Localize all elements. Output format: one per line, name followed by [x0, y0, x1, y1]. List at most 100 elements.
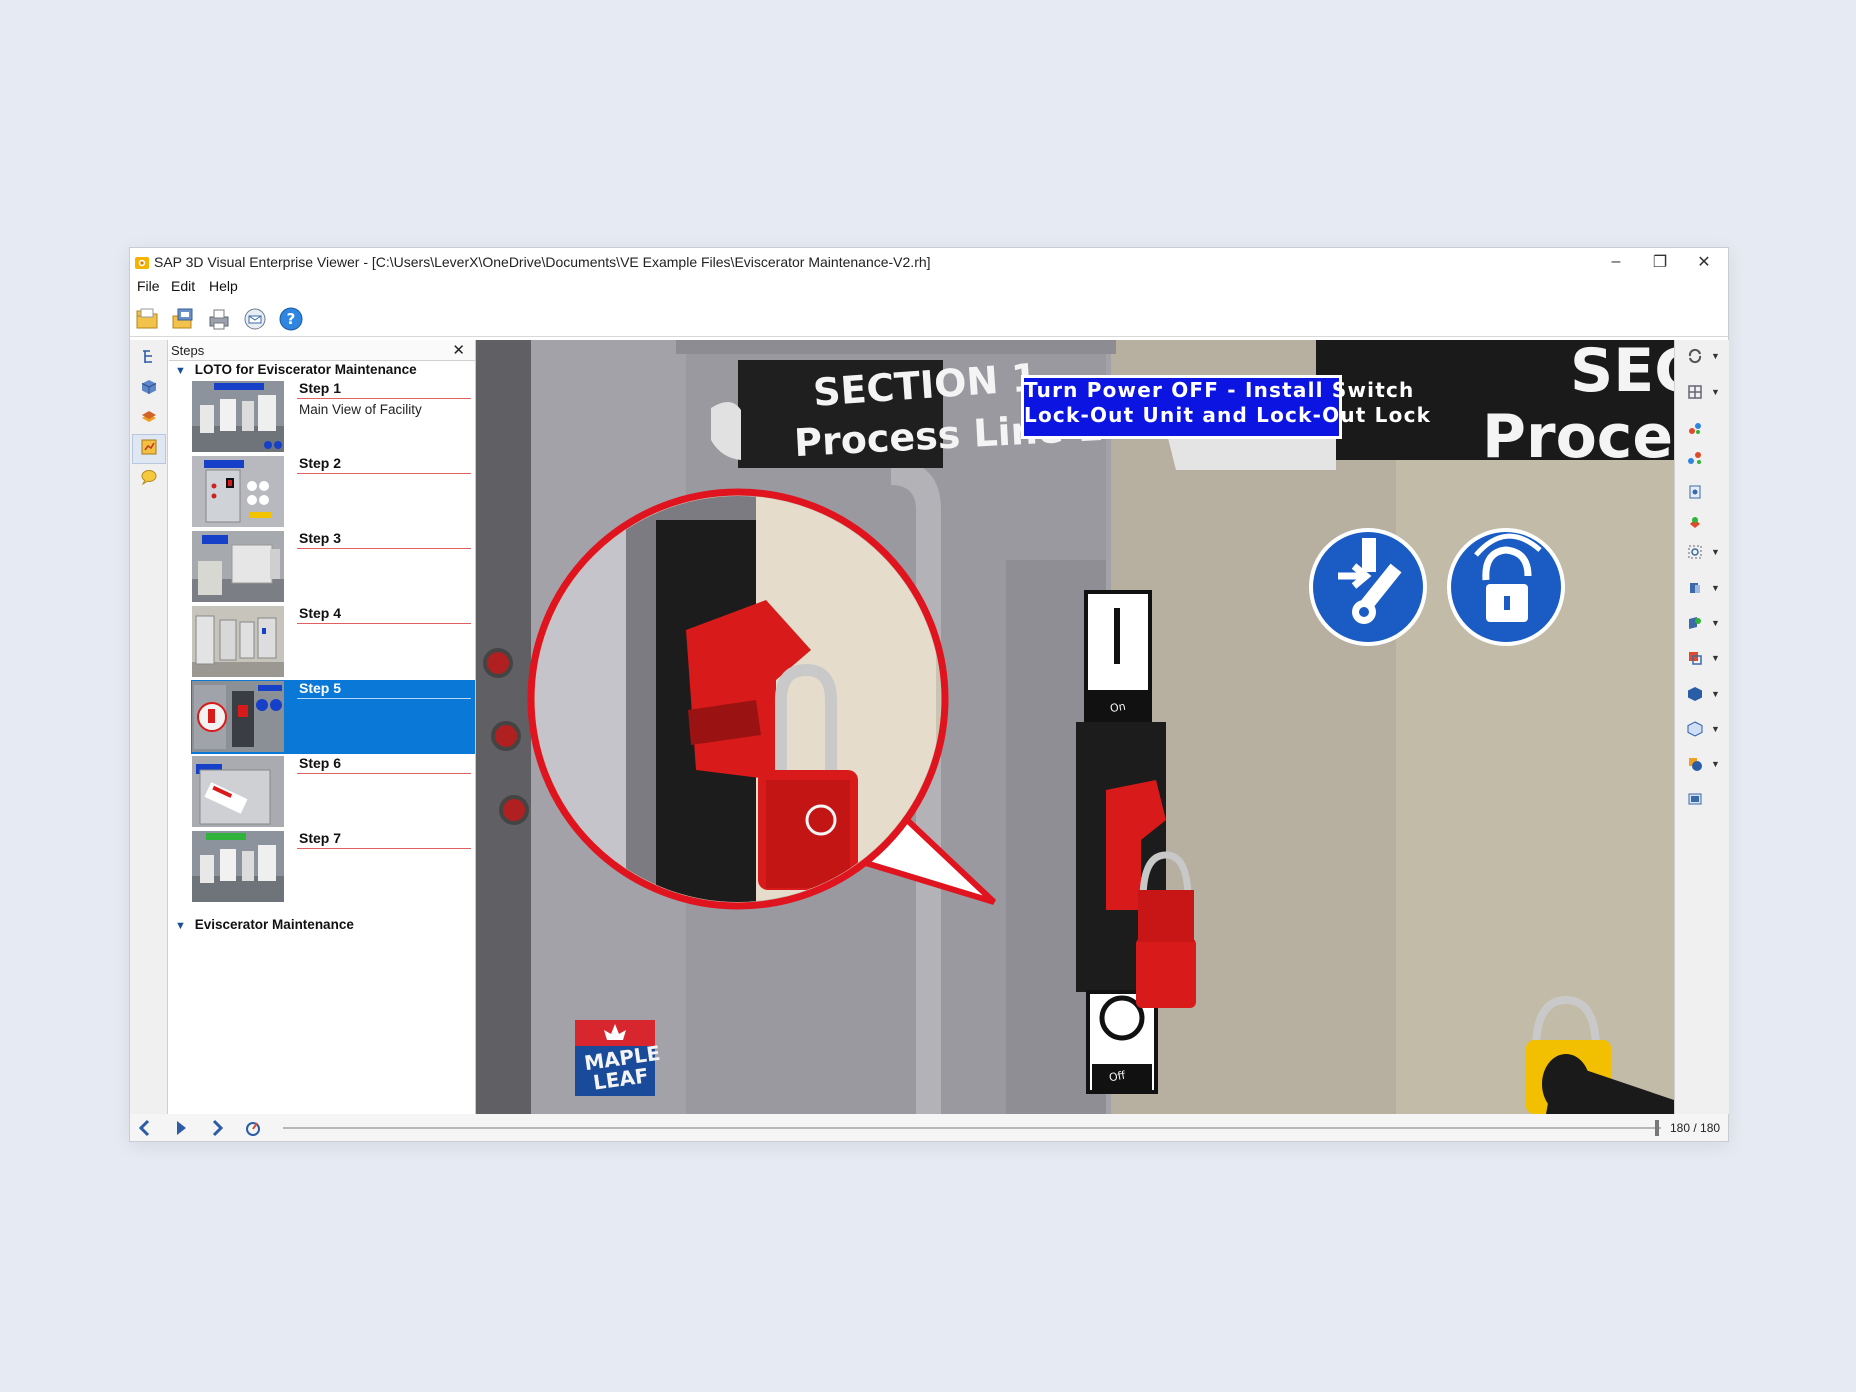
- step-label: Step 2: [299, 455, 342, 471]
- chevron-down-icon[interactable]: ▼: [175, 920, 191, 932]
- step-item-5[interactable]: Step 5: [191, 680, 475, 754]
- app-window: SAP 3D Visual Enterprise Viewer - [C:\Us…: [129, 247, 1729, 1142]
- close-window-button[interactable]: ✕: [1684, 248, 1724, 276]
- step-label: Step 7: [299, 830, 342, 846]
- chevron-down-icon[interactable]: ▼: [1711, 653, 1720, 663]
- window-title: SAP 3D Visual Enterprise Viewer - [C:\Us…: [154, 254, 931, 270]
- steps-icon[interactable]: [140, 438, 158, 456]
- chevron-down-icon[interactable]: ▼: [1711, 583, 1720, 593]
- print-icon[interactable]: [206, 306, 232, 332]
- next-step-icon[interactable]: [206, 1117, 228, 1139]
- step-group-label: Eviscerator Maintenance: [194, 917, 354, 932]
- wireframe-icon[interactable]: [1687, 721, 1703, 737]
- chevron-down-icon[interactable]: ▼: [175, 365, 191, 377]
- model-cube-icon[interactable]: [140, 378, 158, 396]
- 3d-viewport[interactable]: SECTION 1 Process Line 1 Turn Power OFF …: [476, 340, 1674, 1114]
- step-thumbnail: [192, 756, 284, 827]
- step-label: Step 5: [299, 680, 342, 696]
- timeline-track[interactable]: [283, 1127, 1661, 1129]
- step-item-3[interactable]: Step 3: [191, 530, 475, 604]
- minimize-button[interactable]: –: [1596, 248, 1636, 276]
- main-toolbar: ?: [130, 300, 1728, 337]
- right-sign-line2: Proce: [1482, 402, 1674, 472]
- layers-icon[interactable]: [140, 408, 158, 426]
- step-group-eviscerator[interactable]: ▼ Eviscerator Maintenance: [175, 917, 354, 935]
- shapes-icon[interactable]: [1687, 756, 1703, 772]
- menu-file[interactable]: File: [137, 278, 160, 294]
- right-sign-line1: SEC: [1570, 340, 1674, 406]
- step-label: Step 3: [299, 530, 342, 546]
- title-bar: SAP 3D Visual Enterprise Viewer - [C:\Us…: [130, 248, 1728, 276]
- grid-view-icon[interactable]: [1687, 384, 1703, 400]
- tree-icon[interactable]: [140, 348, 158, 366]
- explode-icon[interactable]: [1687, 450, 1703, 466]
- step-label: Step 4: [299, 605, 342, 621]
- instruction-line-2: Lock-Out Unit and Lock-Out Lock: [1024, 403, 1432, 427]
- step-thumbnail: [192, 831, 284, 902]
- step-item-6[interactable]: Step 6: [191, 755, 475, 829]
- frame-counter: 180 / 180: [1670, 1121, 1721, 1135]
- step-label: Step 6: [299, 755, 342, 771]
- steps-panel-title: Steps: [171, 343, 205, 358]
- steps-panel-close-button[interactable]: ✕: [452, 341, 465, 359]
- chevron-down-icon[interactable]: ▼: [1711, 724, 1720, 734]
- comments-icon[interactable]: [140, 468, 158, 486]
- step-group-loto[interactable]: ▼ LOTO for Eviscerator Maintenance: [175, 362, 417, 380]
- step-item-1[interactable]: Step 1 Main View of Facility: [191, 380, 475, 454]
- chevron-down-icon[interactable]: ▼: [1711, 387, 1720, 397]
- steps-panel-header: Steps ✕: [169, 340, 475, 361]
- timeline-slider-thumb[interactable]: [1655, 1120, 1659, 1136]
- step-divider: [297, 473, 471, 474]
- menu-edit[interactable]: Edit: [171, 278, 195, 294]
- chevron-down-icon[interactable]: ▼: [1711, 689, 1720, 699]
- help-icon[interactable]: ?: [278, 306, 304, 332]
- open-folder-icon[interactable]: [134, 306, 160, 332]
- email-icon[interactable]: [242, 306, 268, 332]
- open-files-icon[interactable]: [170, 306, 196, 332]
- selection-icon[interactable]: [1687, 650, 1703, 666]
- zoom-fit-icon[interactable]: [1687, 544, 1703, 560]
- step-divider: [297, 698, 471, 699]
- chevron-down-icon[interactable]: ▼: [1711, 618, 1720, 628]
- playback-bar: 180 / 180: [130, 1114, 1728, 1141]
- material-icon[interactable]: [1687, 514, 1703, 530]
- assembly-icon[interactable]: [1687, 420, 1703, 436]
- switch-off-label: Off: [1107, 1068, 1127, 1085]
- restore-button[interactable]: ❐: [1640, 248, 1680, 276]
- step-divider: [297, 548, 471, 549]
- switch-on-label: On: [1108, 699, 1127, 716]
- step-thumbnail: [192, 456, 284, 527]
- left-tool-strip: [130, 340, 168, 1114]
- previous-step-icon[interactable]: [134, 1117, 156, 1139]
- instruction-banner: Turn Power OFF - Install Switch Lock-Out…: [1021, 375, 1432, 439]
- step-thumbnail: [192, 606, 284, 677]
- step-item-7[interactable]: Step 7: [191, 830, 475, 904]
- solid-render-icon[interactable]: [1687, 686, 1703, 702]
- step-item-2[interactable]: Step 2: [191, 455, 475, 529]
- step-divider: [297, 848, 471, 849]
- rotate-icon[interactable]: [1687, 348, 1703, 364]
- document-icon[interactable]: [1687, 484, 1703, 500]
- chevron-down-icon[interactable]: ▼: [1711, 547, 1720, 557]
- step-divider: [297, 623, 471, 624]
- play-icon[interactable]: [170, 1117, 192, 1139]
- sap-viewer-app-icon: [135, 257, 149, 269]
- instruction-line-1: Turn Power OFF - Install Switch: [1024, 378, 1415, 402]
- camera-icon[interactable]: [1687, 615, 1703, 631]
- step-divider: [297, 398, 471, 399]
- chevron-down-icon[interactable]: ▼: [1711, 351, 1720, 361]
- steps-panel: Steps ✕ ▼ LOTO for Eviscerator Maintenan…: [169, 340, 476, 1114]
- view-cube-icon[interactable]: [1687, 580, 1703, 596]
- svg-text:?: ?: [287, 310, 296, 328]
- step-description: Main View of Facility: [299, 402, 422, 417]
- playback-settings-icon[interactable]: [242, 1117, 264, 1139]
- right-toolbar: ▼ ▼ ▼ ▼ ▼ ▼ ▼ ▼ ▼: [1674, 340, 1729, 1114]
- step-item-4[interactable]: Step 4: [191, 605, 475, 679]
- step-thumbnail: [192, 531, 284, 602]
- step-thumbnail: [192, 681, 284, 752]
- fullscreen-icon[interactable]: [1687, 791, 1703, 807]
- step-thumbnail: [192, 381, 284, 452]
- menu-help[interactable]: Help: [209, 278, 238, 294]
- chevron-down-icon[interactable]: ▼: [1711, 759, 1720, 769]
- step-group-label: LOTO for Eviscerator Maintenance: [194, 362, 417, 377]
